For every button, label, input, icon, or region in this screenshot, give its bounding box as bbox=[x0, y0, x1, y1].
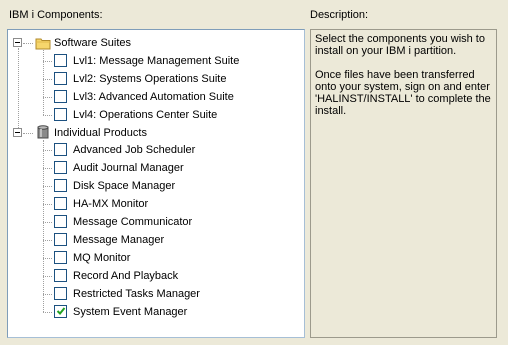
tree-item-label: Lvl3: Advanced Automation Suite bbox=[73, 90, 234, 103]
tree-item[interactable]: Audit Journal Manager bbox=[8, 159, 304, 177]
tree-item-label: Message Manager bbox=[73, 233, 165, 246]
checkbox[interactable] bbox=[54, 268, 67, 282]
tree-item[interactable]: Message Manager bbox=[8, 231, 304, 249]
checkbox[interactable] bbox=[54, 53, 67, 67]
collapse-toggle[interactable] bbox=[13, 38, 22, 47]
tree-connector bbox=[43, 50, 44, 115]
tree-item-label: Audit Journal Manager bbox=[73, 162, 184, 175]
description-label: Description: bbox=[310, 9, 369, 21]
checkbox[interactable] bbox=[54, 215, 67, 228]
tree-connector bbox=[43, 139, 44, 312]
tree-item[interactable]: Restricted Tasks Manager bbox=[8, 285, 304, 303]
tree-category-software-suites[interactable]: Software Suites bbox=[8, 34, 304, 52]
tree-connector bbox=[43, 257, 52, 259]
tree-item-label: Lvl4: Operations Center Suite bbox=[73, 108, 218, 121]
tree-item[interactable]: Lvl3: Advanced Automation Suite bbox=[8, 88, 304, 106]
tree-item-label: Advanced Job Scheduler bbox=[73, 144, 196, 157]
checkbox[interactable] bbox=[54, 107, 67, 121]
category-label: Software Suites bbox=[54, 37, 132, 49]
tree-item-label: Disk Space Manager bbox=[73, 180, 176, 193]
tree-connector bbox=[18, 48, 19, 128]
tree-category-individual-products[interactable]: Individual Products bbox=[8, 124, 304, 142]
tree-item[interactable]: Lvl1: Message Management Suite bbox=[8, 52, 304, 70]
tree-item[interactable]: System Event Manager bbox=[8, 303, 304, 321]
category-label: Individual Products bbox=[54, 126, 147, 139]
tree-connector bbox=[43, 239, 52, 241]
tree-connector bbox=[43, 78, 52, 80]
tree-item[interactable]: Disk Space Manager bbox=[8, 177, 304, 195]
checkbox[interactable] bbox=[54, 161, 67, 175]
tree-item-label: Message Communicator bbox=[73, 216, 193, 228]
collapse-toggle[interactable] bbox=[13, 127, 22, 137]
tree-connector bbox=[43, 186, 52, 188]
tree-item[interactable]: Lvl2: Systems Operations Suite bbox=[8, 70, 304, 88]
tree-connector bbox=[43, 293, 52, 295]
tree-connector bbox=[23, 132, 33, 134]
checkbox[interactable] bbox=[54, 179, 67, 193]
description-text-2: Once files have been transferred onto yo… bbox=[315, 69, 491, 117]
checkbox[interactable] bbox=[54, 143, 67, 157]
tree-item[interactable]: MQ Monitor bbox=[8, 249, 304, 267]
tree-connector bbox=[23, 43, 33, 44]
tree-item-label: MQ Monitor bbox=[73, 251, 131, 264]
tree-item[interactable]: Advanced Job Scheduler bbox=[8, 141, 304, 159]
components-tree[interactable]: Software Suites Lvl1: Message Management … bbox=[7, 29, 305, 338]
tree-connector bbox=[43, 311, 52, 313]
tree-connector bbox=[43, 96, 52, 98]
checkbox[interactable] bbox=[54, 286, 67, 300]
tree-connector bbox=[43, 60, 52, 62]
tree-connector bbox=[43, 222, 52, 223]
tree-connector bbox=[43, 204, 52, 206]
tree-item-label: System Event Manager bbox=[73, 305, 188, 318]
tree-connector bbox=[43, 275, 52, 277]
tree-connector bbox=[43, 168, 52, 170]
description-text-1: Select the components you wish to instal… bbox=[315, 33, 485, 57]
checkbox[interactable] bbox=[54, 250, 67, 264]
tree-item[interactable]: HA-MX Monitor bbox=[8, 195, 304, 213]
checkbox[interactable] bbox=[54, 197, 67, 211]
checkbox[interactable] bbox=[54, 232, 67, 246]
tree-item-label: Lvl2: Systems Operations Suite bbox=[73, 72, 227, 85]
database-icon bbox=[37, 124, 49, 140]
description-panel: Select the components you wish to instal… bbox=[310, 29, 497, 338]
tree-connector bbox=[43, 114, 52, 116]
checkbox-checked[interactable] bbox=[54, 304, 67, 318]
tree-item-label: Record And Playback bbox=[73, 269, 179, 282]
checkbox[interactable] bbox=[54, 89, 67, 103]
tree-item-label: Restricted Tasks Manager bbox=[73, 287, 200, 300]
tree-connector bbox=[43, 150, 52, 152]
tree-item-label: HA-MX Monitor bbox=[73, 198, 149, 211]
components-label: IBM i Components: bbox=[9, 9, 103, 21]
tree-item-label: Lvl1: Message Management Suite bbox=[73, 54, 240, 67]
tree-item[interactable]: Message Communicator bbox=[8, 213, 304, 231]
checkbox[interactable] bbox=[54, 71, 67, 85]
folder-icon bbox=[35, 36, 51, 50]
tree-item[interactable]: Lvl4: Operations Center Suite bbox=[8, 106, 304, 124]
tree-item[interactable]: Record And Playback bbox=[8, 267, 304, 285]
